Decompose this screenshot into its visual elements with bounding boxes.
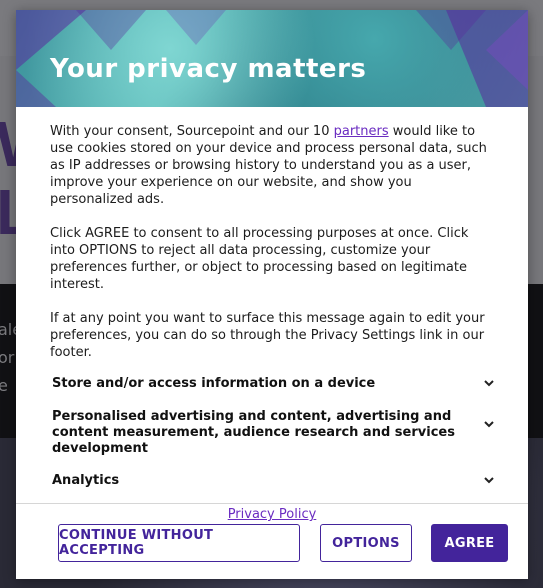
- dialog-title: Your privacy matters: [50, 54, 367, 84]
- background-text-fragment: or: [0, 348, 15, 367]
- purpose-item-analytics[interactable]: Analytics: [18, 473, 510, 489]
- intro-paragraph: With your consent, Sourcepoint and our 1…: [50, 123, 494, 208]
- purpose-item-store-access[interactable]: Store and/or access information on a dev…: [18, 376, 510, 392]
- purpose-label: Store and/or access information on a dev…: [52, 376, 376, 391]
- purpose-item-personalised-advertising[interactable]: Personalised advertising and content, ad…: [18, 409, 510, 457]
- purpose-label: Analytics: [52, 473, 120, 488]
- chevron-down-icon: [484, 421, 494, 428]
- purpose-label: Personalised advertising and content, ad…: [52, 409, 455, 456]
- background-text-fragment: e: [0, 376, 8, 395]
- resurface-paragraph: If at any point you want to surface this…: [50, 311, 485, 360]
- instructions-paragraph: Click AGREE to consent to all processing…: [50, 226, 469, 292]
- chevron-down-icon: [484, 380, 494, 387]
- intro-text: With your consent, Sourcepoint and our 1…: [50, 124, 334, 139]
- options-button[interactable]: OPTIONS: [320, 524, 412, 562]
- dialog-body: With your consent, Sourcepoint and our 1…: [16, 107, 528, 523]
- privacy-consent-dialog: Your privacy matters With your consent, …: [16, 10, 528, 579]
- dialog-footer: CONTINUE WITHOUT ACCEPTING OPTIONS AGREE: [16, 503, 528, 579]
- dialog-header: Your privacy matters: [16, 10, 528, 107]
- chevron-down-icon: [484, 477, 494, 484]
- continue-without-accepting-button[interactable]: CONTINUE WITHOUT ACCEPTING: [58, 524, 300, 562]
- partners-link[interactable]: partners: [334, 124, 389, 139]
- agree-button[interactable]: AGREE: [431, 524, 508, 562]
